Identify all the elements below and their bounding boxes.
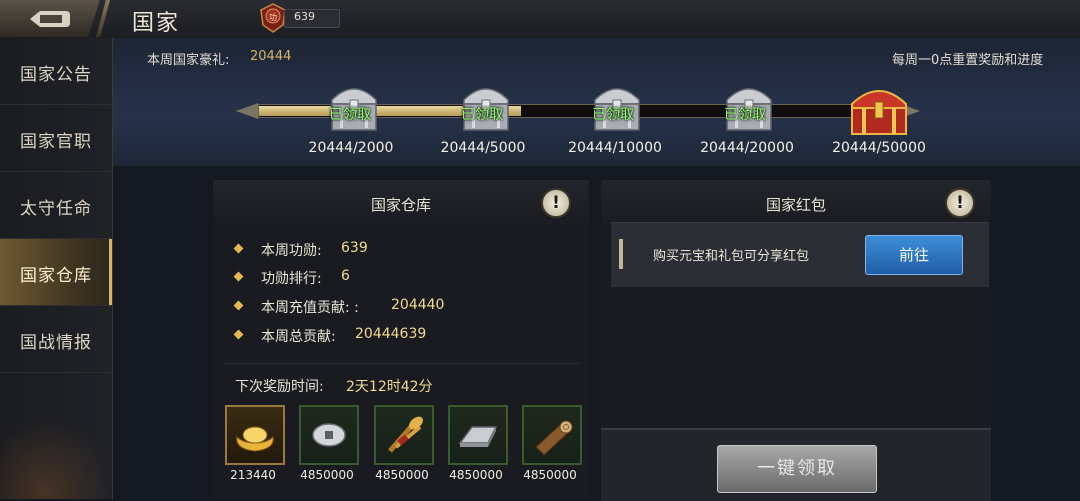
warehouse-panel-header: 国家仓库 ! (213, 180, 589, 224)
red-packet-row: 购买元宝和礼包可分享红包 前往 (611, 222, 989, 287)
reward-item-iron[interactable] (448, 405, 508, 465)
milestone-progress-label: 20444/20000 (700, 140, 794, 156)
chest-status-claimed: 已领取 (329, 107, 371, 123)
stat-label: 本周充值贡献: : (261, 300, 359, 316)
stat-value: 204440 (391, 297, 445, 313)
stat-value: 6 (341, 268, 350, 284)
weekly-gift-value: 20444 (250, 49, 292, 64)
merit-badge-icon: 功 (260, 3, 286, 33)
reward-item-silver-coin[interactable] (299, 405, 359, 465)
reward-quantity: 4850000 (523, 468, 577, 482)
bullet-diamond-icon (233, 243, 244, 254)
merit-badge-text: 功 (269, 12, 277, 22)
chest-status-claimed: 已领取 (461, 107, 503, 123)
sidebar-item-label: 国家官职 (20, 132, 92, 152)
go-button[interactable]: 前往 (865, 235, 963, 275)
milestone-progress-label: 20444/10000 (568, 140, 662, 156)
iron-bar-icon (458, 426, 498, 447)
chest-status-claimed: 已领取 (724, 107, 766, 123)
weekly-gift-label: 本周国家豪礼: (147, 53, 230, 68)
bullet-diamond-icon (233, 329, 244, 340)
sidebar-item-announcement[interactable]: 国家公告 (0, 38, 112, 105)
warehouse-panel: 国家仓库 ! 本周功勋: 639 功勋排行: 6 本周充值贡献: : 20444… (213, 180, 589, 499)
grain-bundle-icon (388, 416, 423, 453)
claim-footer: 一键领取 (601, 428, 991, 501)
silver-coin-icon (312, 423, 346, 447)
sidebar-item-label: 国家仓库 (20, 266, 92, 286)
milestone-progress-label: 20444/50000 (832, 140, 926, 156)
sidebar-item-warehouse[interactable]: 国家仓库 (0, 239, 112, 306)
back-arrow-icon (30, 11, 70, 27)
next-reward-countdown: 2天12时42分 (346, 379, 433, 395)
panel-divider (223, 363, 579, 364)
sidebar-item-governor[interactable]: 太守任命 (0, 172, 112, 239)
bullet-diamond-icon (233, 271, 244, 282)
next-reward-label: 下次奖励时间: (235, 379, 324, 395)
warehouse-info-button[interactable]: ! (541, 188, 571, 218)
stat-value: 20444639 (355, 326, 427, 342)
reward-quantity: 4850000 (375, 468, 429, 482)
stat-label: 功勋排行: (261, 271, 322, 287)
sidebar-ember-glow (0, 418, 112, 499)
gold-treasure-chest-icon[interactable] (848, 82, 910, 136)
bullet-diamond-icon (233, 300, 244, 311)
stat-label: 本周功勋: (261, 243, 322, 259)
red-packet-panel: 国家红包 ! 购买元宝和礼包可分享红包 前往 一键领取 (601, 180, 991, 501)
page-title: 国家 (132, 11, 181, 36)
sidebar-item-label: 国战情报 (20, 333, 92, 353)
chest-status-claimed: 已领取 (592, 107, 634, 123)
reward-quantity: 213440 (230, 468, 276, 482)
claim-all-button[interactable]: 一键领取 (717, 445, 877, 493)
milestone-progress-label: 20444/2000 (308, 140, 394, 156)
merit-value: 639 (294, 10, 315, 23)
back-button[interactable] (0, 0, 100, 37)
row-marker (619, 239, 623, 269)
red-packet-info-button[interactable]: ! (945, 188, 975, 218)
sidebar: 国家公告 国家官职 太守任命 国家仓库 国战情报 (0, 38, 113, 499)
reset-note: 每周一0点重置奖励和进度 (892, 53, 1044, 68)
red-packet-panel-header: 国家红包 ! (601, 180, 991, 224)
reward-item-wood[interactable] (522, 405, 582, 465)
sidebar-item-label: 太守任命 (20, 199, 92, 219)
gold-ingot-icon (236, 426, 274, 452)
reward-quantity: 4850000 (300, 468, 354, 482)
stat-value: 639 (341, 240, 368, 256)
warehouse-title: 国家仓库 (370, 196, 431, 214)
sidebar-item-officials[interactable]: 国家官职 (0, 105, 112, 172)
reward-item-grain[interactable] (374, 405, 434, 465)
milestone-progress-label: 20444/5000 (440, 140, 526, 156)
wood-log-icon (535, 420, 573, 456)
sidebar-item-war-intel[interactable]: 国战情报 (0, 306, 112, 373)
reward-quantity: 4850000 (449, 468, 503, 482)
sidebar-item-label: 国家公告 (20, 65, 92, 85)
stat-label: 本周总贡献: (261, 329, 336, 345)
red-packet-description: 购买元宝和礼包可分享红包 (653, 249, 810, 264)
reward-item-gold-ingot[interactable] (225, 405, 285, 465)
red-packet-title: 国家红包 (765, 196, 826, 214)
